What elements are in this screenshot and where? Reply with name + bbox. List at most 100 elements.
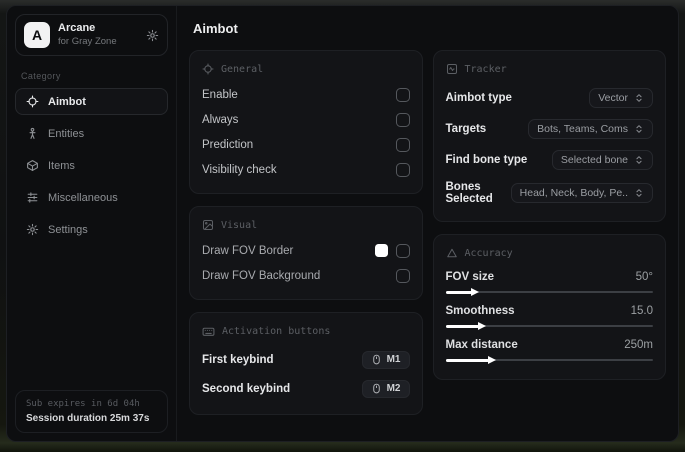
logo-card: A Arcane for Gray Zone — [15, 14, 168, 56]
sidebar-item-label: Settings — [48, 223, 88, 236]
mouse-icon — [371, 383, 382, 394]
setting-label: Targets — [445, 122, 487, 135]
app-logo: A — [24, 22, 50, 48]
sidebar-item-miscellaneous[interactable]: Miscellaneous — [15, 184, 168, 211]
app-window: A Arcane for Gray Zone Category Aimbot E… — [6, 5, 679, 442]
setting-row-draw-fov-border: Draw FOV Border — [202, 238, 410, 263]
smoothness-slider[interactable] — [445, 324, 653, 328]
person-icon — [26, 127, 39, 140]
setting-row-second-keybind: Second keybind M2 — [202, 374, 410, 403]
setting-row-aimbot-type: Aimbot type Vector — [446, 82, 653, 113]
general-card: General Enable Always Prediction Visibil… — [189, 50, 423, 194]
prediction-checkbox[interactable] — [395, 137, 410, 152]
setting-label: Second keybind — [202, 382, 291, 395]
setting-label: Draw FOV Background — [202, 269, 321, 282]
slider-value: 15.0 — [630, 305, 653, 317]
setting-row-prediction: Prediction — [202, 132, 410, 157]
select-value: Bots, Teams, Coms — [537, 122, 628, 135]
activation-buttons-card: Activation buttons First keybind M1 Seco… — [189, 312, 423, 415]
setting-label: Find bone type — [445, 153, 528, 166]
keyboard-icon — [202, 325, 215, 338]
visual-header: Visual — [202, 219, 410, 231]
general-header: General — [202, 63, 410, 75]
mouse-icon — [371, 354, 382, 365]
triangle-icon — [446, 247, 458, 259]
enable-checkbox[interactable] — [395, 87, 410, 102]
app-identity: Arcane for Gray Zone — [58, 22, 138, 48]
second-keybind-button[interactable]: M2 — [361, 379, 410, 398]
setting-row-find-bone-type: Find bone type Selected bone — [445, 144, 653, 175]
fov-size-slider-block: FOV size 50° — [445, 266, 653, 300]
chevrons-up-down-icon — [634, 93, 644, 103]
setting-label: Visibility check — [202, 163, 277, 176]
subscription-status-card: Sub expires in 6d 04h Session duration 2… — [15, 390, 168, 433]
setting-label: Prediction — [202, 138, 254, 151]
setting-label: First keybind — [202, 353, 274, 366]
sub-expires-text: Sub expires in 6d 04h — [26, 399, 140, 409]
accuracy-title: Accuracy — [464, 247, 513, 259]
draw-fov-background-checkbox[interactable] — [395, 268, 410, 283]
chevrons-up-down-icon — [634, 155, 644, 165]
setting-row-enable: Enable — [202, 82, 410, 107]
sidebar: A Arcane for Gray Zone Category Aimbot E… — [7, 6, 177, 441]
sidebar-item-settings[interactable]: Settings — [15, 216, 168, 243]
visual-card: Visual Draw FOV Border Draw FOV Backgrou… — [189, 206, 423, 300]
sidebar-item-entities[interactable]: Entities — [15, 120, 168, 147]
sidebar-item-label: Entities — [48, 127, 85, 140]
visual-title: Visual — [221, 219, 258, 231]
setting-label: Always — [202, 113, 239, 126]
find-bone-type-select[interactable]: Selected bone — [551, 149, 653, 170]
activation-title: Activation buttons — [222, 326, 331, 337]
slider-fill[interactable] — [445, 358, 490, 362]
image-icon — [202, 219, 214, 231]
setting-label: Bones Selected — [445, 180, 493, 205]
max-distance-slider-block: Max distance 250m — [445, 334, 653, 368]
setting-row-targets: Targets Bots, Teams, Coms — [445, 113, 653, 144]
tracker-header: Tracker — [446, 63, 654, 75]
sidebar-item-aimbot[interactable]: Aimbot — [15, 88, 168, 115]
setting-row-visibility-check: Visibility check — [202, 157, 410, 182]
keybind-value: M2 — [386, 383, 401, 394]
bones-selected-select[interactable]: Head, Neck, Body, Pe.. — [510, 182, 653, 203]
sliders-icon — [26, 191, 39, 204]
fov-border-color-swatch[interactable] — [374, 244, 388, 257]
max-distance-slider[interactable] — [445, 358, 653, 362]
tracker-title: Tracker — [464, 63, 507, 75]
settings-gear-icon[interactable] — [146, 29, 159, 42]
tracker-card: Tracker Aimbot type Vector Targets Bots,… — [432, 50, 666, 222]
draw-fov-border-checkbox[interactable] — [395, 243, 410, 258]
page-title: Aimbot — [193, 21, 238, 36]
select-value: Selected bone — [560, 153, 628, 166]
main-content: Aimbot General Enable Always Prediction … — [177, 6, 678, 441]
general-title: General — [221, 63, 264, 75]
visibility-check-checkbox[interactable] — [395, 162, 410, 177]
slider-fill[interactable] — [445, 324, 479, 328]
select-value: Head, Neck, Body, Pe.. — [519, 186, 628, 199]
setting-row-always: Always — [202, 107, 410, 132]
activity-icon — [446, 63, 458, 75]
first-keybind-button[interactable]: M1 — [361, 350, 410, 369]
slider-label: Max distance — [445, 339, 518, 351]
keybind-value: M1 — [386, 354, 401, 365]
targets-select[interactable]: Bots, Teams, Coms — [528, 118, 653, 139]
activation-header: Activation buttons — [202, 325, 410, 338]
slider-value: 50° — [635, 271, 653, 283]
left-column: General Enable Always Prediction Visibil… — [189, 50, 423, 415]
chevrons-up-down-icon — [634, 124, 644, 134]
accuracy-card: Accuracy FOV size 50° Smoothness 15.0 Ma… — [432, 234, 666, 380]
setting-row-draw-fov-background: Draw FOV Background — [202, 263, 410, 288]
slider-fill[interactable] — [445, 290, 473, 294]
setting-label: Draw FOV Border — [202, 244, 294, 257]
session-duration-text: Session duration 25m 37s — [26, 413, 150, 424]
sidebar-item-items[interactable]: Items — [15, 152, 168, 179]
slider-label: Smoothness — [445, 305, 515, 317]
aimbot-type-select[interactable]: Vector — [589, 87, 653, 108]
smoothness-slider-block: Smoothness 15.0 — [445, 300, 653, 334]
fov-size-slider[interactable] — [445, 290, 653, 294]
app-name: Arcane — [58, 22, 96, 35]
always-checkbox[interactable] — [395, 112, 410, 127]
chevrons-up-down-icon — [634, 188, 644, 198]
sidebar-nav: Aimbot Entities Items Miscellaneous Sett… — [15, 88, 168, 243]
gear-icon — [26, 223, 39, 236]
package-icon — [26, 159, 39, 172]
